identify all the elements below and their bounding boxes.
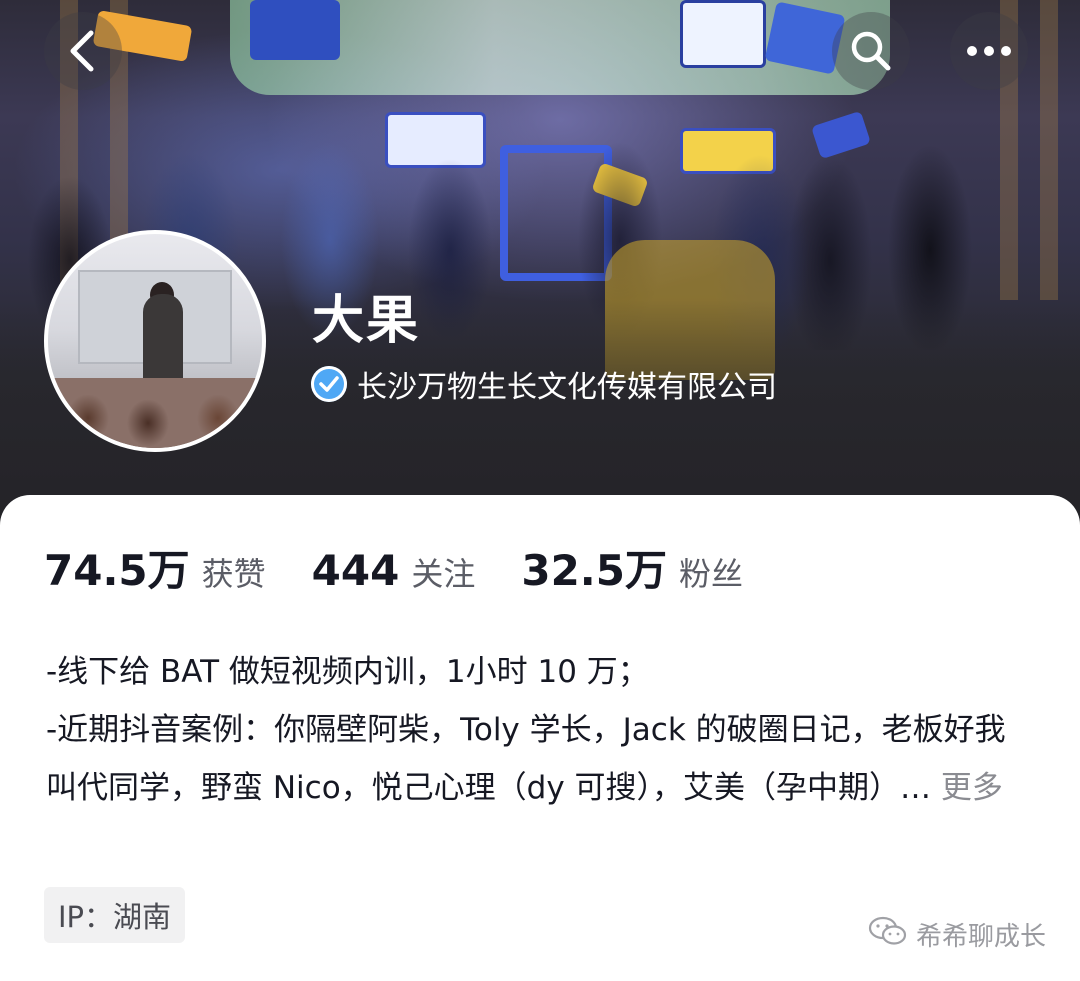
bio-line-text: -近期抖音案例：你隔壁阿柴，Toly 学长，Jack 的破圈日记，老板好我叫代同… (46, 712, 1006, 806)
profile-info-card: 74.5万 获赞 444 关注 32.5万 粉丝 -线下给 BAT 做短视频内训… (0, 495, 1080, 981)
stat-likes[interactable]: 74.5万 获赞 (44, 537, 266, 598)
sign (250, 0, 340, 60)
watermark: 希希聊成长 (868, 915, 1046, 954)
stat-value: 74.5万 (44, 546, 190, 595)
more-dots-icon (966, 45, 1012, 57)
chevron-left-icon (63, 27, 103, 75)
watermark-text: 希希聊成长 (915, 922, 1046, 952)
stat-followers[interactable]: 32.5万 粉丝 (521, 537, 743, 598)
stat-label: 粉丝 (678, 555, 743, 593)
back-button[interactable] (44, 12, 122, 90)
stat-label: 关注 (411, 555, 476, 593)
sign (680, 0, 766, 68)
bio: -线下给 BAT 做短视频内训，1小时 10 万； -近期抖音案例：你隔壁阿柴，… (46, 643, 1036, 817)
profile-banner: 大果 长沙万物生长文化传媒有限公司 (0, 0, 1080, 530)
ip-location-tag: IP：湖南 (44, 887, 186, 943)
stats-row: 74.5万 获赞 444 关注 32.5万 粉丝 (44, 537, 789, 598)
bio-line: -线下给 BAT 做短视频内训，1小时 10 万； (46, 654, 649, 690)
more-button[interactable] (950, 12, 1028, 90)
search-icon (849, 29, 893, 73)
stat-value: 444 (311, 546, 400, 595)
user-name: 大果 (312, 291, 421, 351)
stat-value: 32.5万 (521, 546, 667, 595)
stat-label: 获赞 (201, 555, 266, 593)
verified-org[interactable]: 长沙万物生长文化传媒有限公司 (311, 362, 777, 406)
avatar[interactable] (44, 230, 266, 452)
bio-more-link[interactable]: 更多 (941, 770, 1003, 806)
wechat-icon (868, 915, 908, 954)
avatar-audience (48, 378, 262, 448)
check-badge-icon (311, 366, 347, 402)
stat-following[interactable]: 444 关注 (312, 546, 476, 595)
verified-org-label: 长沙万物生长文化传媒有限公司 (357, 370, 777, 405)
search-button[interactable] (832, 12, 910, 90)
bio-line: -近期抖音案例：你隔壁阿柴，Toly 学长，Jack 的破圈日记，老板好我叫代同… (46, 701, 1036, 817)
